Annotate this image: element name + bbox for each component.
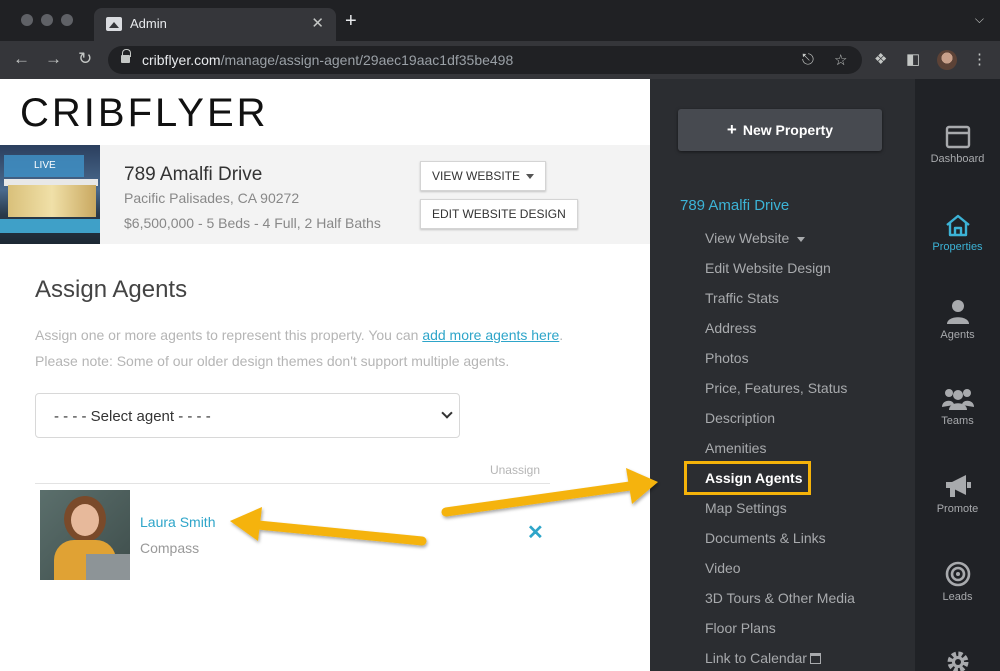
group-icon xyxy=(941,389,974,410)
nav-leads-label: Leads xyxy=(942,591,973,603)
sidebar-item-amenities[interactable]: Amenities xyxy=(705,440,766,456)
view-website-label: VIEW WEBSITE xyxy=(432,169,521,183)
window-icon xyxy=(945,125,970,149)
sidebar-item-description[interactable]: Description xyxy=(705,410,775,426)
page-title: Assign Agents xyxy=(35,276,188,303)
tab-close-icon[interactable]: ✕ xyxy=(311,14,324,32)
gear-icon xyxy=(947,651,968,671)
cribflyer-logo[interactable]: CRIBFLYER xyxy=(20,91,269,136)
tab-search-chevron-icon[interactable]: ⌵ xyxy=(975,12,984,27)
sidebar-property-title[interactable]: 789 Amalfi Drive xyxy=(680,197,789,214)
assign-help-text: Assign one or more agents to represent t… xyxy=(35,327,564,343)
edit-website-design-button[interactable]: EDIT WEBSITE DESIGN xyxy=(420,199,578,229)
add-more-agents-link[interactable]: add more agents here xyxy=(422,327,559,343)
side-panel-icon[interactable]: ◧ xyxy=(906,50,920,68)
main-nav-rail: Dashboard Properties Agents Teams Promot… xyxy=(915,79,1000,671)
plus-icon: + xyxy=(726,120,737,139)
sidebar-item-documents-links[interactable]: Documents & Links xyxy=(705,530,826,546)
nav-dashboard-label: Dashboard xyxy=(930,153,985,165)
target-icon xyxy=(945,561,970,587)
caret-down-icon xyxy=(797,236,806,242)
nav-properties-label: Properties xyxy=(932,241,983,253)
house-icon xyxy=(945,214,970,237)
person-icon xyxy=(946,300,969,324)
sidebar-item-view-website[interactable]: View Website xyxy=(705,230,806,246)
forward-arrow-icon[interactable]: → xyxy=(45,49,62,69)
nav-promote[interactable]: Promote xyxy=(915,473,1000,515)
main-content: CRIBFLYER LIVE 789 Amalfi Drive Pacific … xyxy=(0,79,650,671)
favicon-icon xyxy=(106,17,122,31)
back-arrow-icon[interactable]: ← xyxy=(13,49,30,69)
nav-leads[interactable]: Leads xyxy=(915,561,1000,603)
sidebar-item-link-to-calendar[interactable]: Link to Calendar xyxy=(705,650,821,666)
nav-agents[interactable]: Agents xyxy=(915,299,1000,341)
megaphone-icon xyxy=(945,475,971,497)
sidebar-item-3d-tours[interactable]: 3D Tours & Other Media xyxy=(705,590,855,606)
nav-promote-label: Promote xyxy=(936,503,979,515)
nav-teams-label: Teams xyxy=(941,415,974,427)
lock-icon[interactable] xyxy=(121,49,131,64)
browser-tab[interactable]: Admin ✕ xyxy=(94,8,336,41)
more-menu-icon[interactable]: ⋮ xyxy=(972,50,987,68)
new-property-label: New Property xyxy=(742,122,834,138)
property-sidebar: + New Property 789 Amalfi Drive View Webs… xyxy=(650,79,915,671)
sidebar-item-map-settings[interactable]: Map Settings xyxy=(705,500,787,516)
sidebar-item-edit-website-design[interactable]: Edit Website Design xyxy=(705,260,831,276)
nav-agents-label: Agents xyxy=(940,329,975,341)
nav-properties[interactable]: Properties xyxy=(915,213,1000,253)
property-thumbnail[interactable]: LIVE xyxy=(0,145,100,244)
chevron-down-icon xyxy=(441,407,453,419)
sidebar-item-price-features-status[interactable]: Price, Features, Status xyxy=(705,380,847,396)
caret-down-icon xyxy=(526,174,535,180)
window-minimize-dot[interactable] xyxy=(41,14,53,26)
browser-tab-bar: Admin ✕ + ⌵ xyxy=(0,0,1000,41)
window-zoom-dot[interactable] xyxy=(61,14,73,26)
assign-agents-highlight xyxy=(684,461,811,495)
agent-photo xyxy=(40,490,130,580)
nav-settings[interactable] xyxy=(915,649,1000,671)
bookmark-star-icon[interactable]: ☆ xyxy=(834,51,847,69)
edit-website-design-label: EDIT WEBSITE DESIGN xyxy=(432,207,566,221)
window-close-dot[interactable] xyxy=(21,14,33,26)
nav-dashboard[interactable]: Dashboard xyxy=(915,125,1000,165)
select-agent-dropdown[interactable]: - - - - Select agent - - - - xyxy=(35,393,460,438)
agent-name-link[interactable]: Laura Smith xyxy=(140,514,215,530)
sidebar-item-floor-plans[interactable]: Floor Plans xyxy=(705,620,776,636)
reload-icon[interactable]: ↻ xyxy=(78,49,92,69)
table-divider xyxy=(35,483,550,484)
address-bar[interactable]: cribflyer.com/manage/assign-agent/29aec1… xyxy=(108,46,862,74)
property-price-details: $6,500,000 - 5 Beds - 4 Full, 2 Half Bat… xyxy=(124,215,381,231)
url-text[interactable]: cribflyer.com/manage/assign-agent/29aec1… xyxy=(142,52,513,68)
new-tab-button[interactable]: + xyxy=(345,11,357,31)
browser-toolbar: ← → ↻ cribflyer.com/manage/assign-agent/… xyxy=(0,41,1000,79)
calendar-icon xyxy=(809,653,821,664)
property-address: Pacific Palisades, CA 90272 xyxy=(124,190,300,206)
nav-teams[interactable]: Teams xyxy=(915,387,1000,427)
share-icon[interactable]: ⎋ xyxy=(802,51,814,68)
tab-title: Admin xyxy=(130,16,167,31)
extensions-puzzle-icon[interactable]: ❖ xyxy=(874,50,887,68)
select-agent-value: - - - - Select agent - - - - xyxy=(54,408,211,425)
sidebar-item-traffic-stats[interactable]: Traffic Stats xyxy=(705,290,779,306)
profile-avatar[interactable] xyxy=(937,50,957,70)
unassign-column-header: Unassign xyxy=(489,463,540,477)
property-title: 789 Amalfi Drive xyxy=(124,164,263,185)
live-status-badge: LIVE xyxy=(4,155,84,177)
agent-company: Compass xyxy=(140,540,200,556)
new-property-button[interactable]: + New Property xyxy=(678,109,882,151)
unassign-agent-x-icon[interactable]: ✕ xyxy=(527,523,544,543)
property-summary-card: LIVE 789 Amalfi Drive Pacific Palisades,… xyxy=(0,145,650,244)
assign-help-note: Please note: Some of our older design th… xyxy=(35,353,510,369)
view-website-button[interactable]: VIEW WEBSITE xyxy=(420,161,547,191)
sidebar-item-address[interactable]: Address xyxy=(705,320,756,336)
sidebar-item-photos[interactable]: Photos xyxy=(705,350,749,366)
sidebar-item-video[interactable]: Video xyxy=(705,560,741,576)
